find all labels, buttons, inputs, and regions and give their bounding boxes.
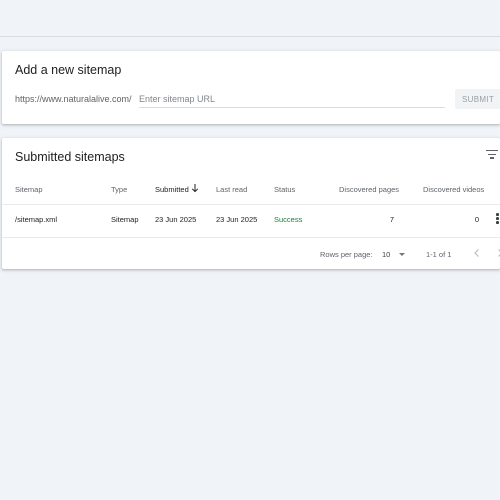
add-sitemap-title: Add a new sitemap xyxy=(15,63,122,77)
row-submitted: 23 Jun 2025 xyxy=(155,215,197,224)
submitted-sitemaps-title: Submitted sitemaps xyxy=(15,150,125,164)
row-last-read: 23 Jun 2025 xyxy=(216,215,258,224)
filter-icon[interactable] xyxy=(486,150,498,160)
sitemap-url-prefix: https://www.naturalalive.com/ xyxy=(15,94,132,104)
column-header-sitemap[interactable]: Sitemap xyxy=(15,185,43,194)
row-discovered-videos: 0 xyxy=(474,215,479,224)
chevron-down-icon xyxy=(399,253,405,256)
submit-button[interactable]: SUBMIT xyxy=(455,89,500,109)
sitemap-url-input[interactable] xyxy=(139,91,445,108)
row-sitemap: /sitemap.xml xyxy=(15,215,58,224)
rows-per-page-select[interactable]: 10 xyxy=(382,247,412,261)
column-header-discovered-pages[interactable]: Discovered pages xyxy=(339,185,399,194)
row-type: Sitemap xyxy=(111,215,139,224)
next-page-icon[interactable] xyxy=(494,246,500,260)
column-header-type[interactable]: Type xyxy=(111,185,127,194)
pagination-range: 1-1 of 1 xyxy=(426,250,452,259)
column-header-last-read[interactable]: Last read xyxy=(216,185,247,194)
row-status: Success xyxy=(274,215,303,224)
footer-divider xyxy=(2,237,500,238)
top-divider xyxy=(0,36,500,37)
column-header-submitted[interactable]: Submitted xyxy=(155,185,189,194)
rows-per-page-value: 10 xyxy=(382,250,391,259)
row-discovered-pages: 7 xyxy=(389,215,394,224)
more-options-icon[interactable] xyxy=(496,213,500,225)
column-header-status[interactable]: Status xyxy=(274,185,295,194)
submitted-sitemaps-card: Submitted sitemaps Sitemap Type Submitte… xyxy=(2,138,500,269)
rows-per-page-label: Rows per page: xyxy=(320,250,373,259)
previous-page-icon[interactable] xyxy=(471,246,483,260)
add-sitemap-card: Add a new sitemap https://www.naturalali… xyxy=(2,51,500,124)
sort-descending-icon[interactable] xyxy=(191,183,199,193)
column-header-discovered-videos[interactable]: Discovered videos xyxy=(423,185,484,194)
